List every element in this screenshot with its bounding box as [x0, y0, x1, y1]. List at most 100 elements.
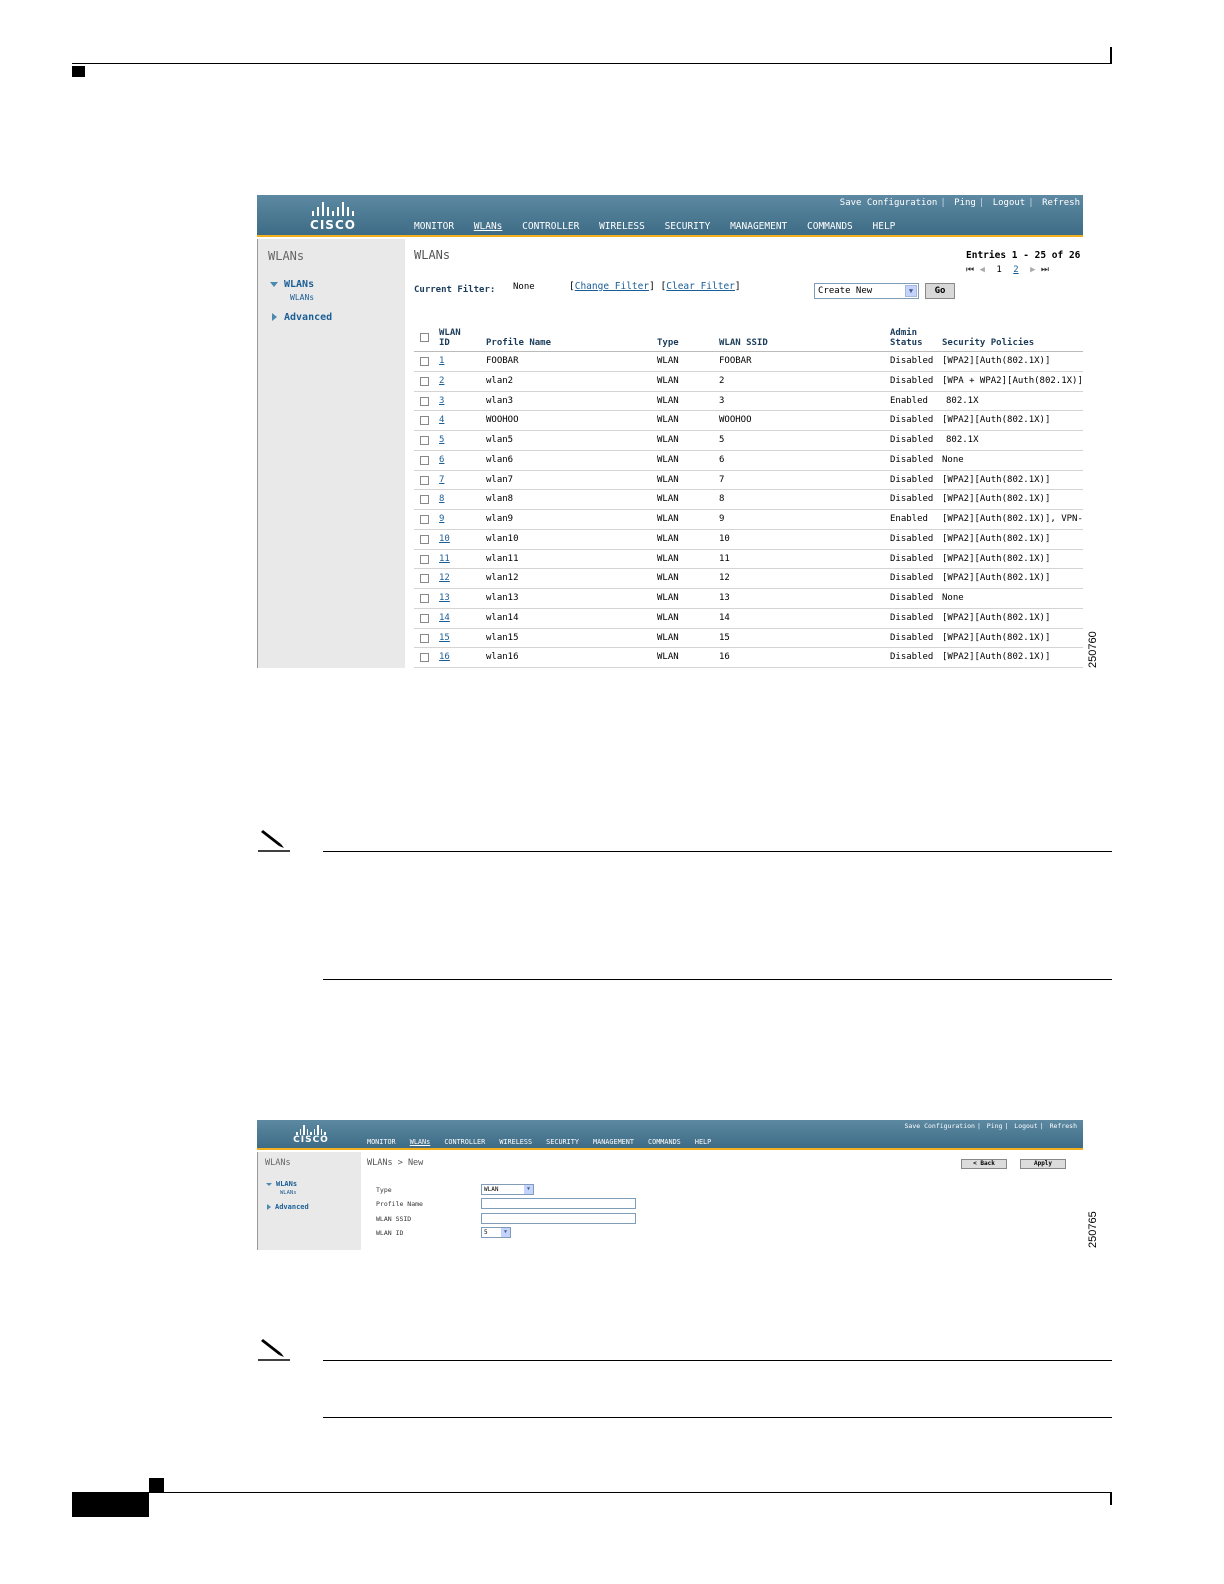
nav-commands[interactable]: COMMANDS: [807, 221, 853, 232]
profile-name-cell: wlan12: [486, 573, 519, 584]
sidebar-item-wlans[interactable]: WLANs: [266, 1180, 297, 1188]
next-page-icon[interactable]: ▶: [1030, 265, 1035, 275]
row-checkbox[interactable]: [420, 436, 429, 445]
type-cell: WLAN: [657, 356, 679, 366]
nav-controller[interactable]: CONTROLLER: [522, 221, 579, 232]
profile-name-input[interactable]: [481, 1198, 636, 1209]
type-select[interactable]: WLAN ▼: [481, 1184, 534, 1195]
row-checkbox[interactable]: [420, 515, 429, 524]
row-checkbox[interactable]: [420, 613, 429, 623]
table-row: 9 wlan9 WLAN 9 Enabled [WPA2][Auth(802.1X)], …: [414, 510, 1083, 530]
nav-commands[interactable]: COMMANDS: [648, 1138, 681, 1146]
current-filter-label: Current Filter:: [414, 285, 496, 295]
nav-management[interactable]: MANAGEMENT: [730, 221, 787, 232]
row-checkbox[interactable]: [420, 455, 429, 465]
wlan-ssid-input[interactable]: [481, 1213, 636, 1224]
wlan-id-link[interactable]: 1: [439, 356, 444, 366]
figure1-id: 250760: [1087, 631, 1099, 668]
wlan-id-link[interactable]: 2: [439, 376, 444, 386]
wlan-id-link[interactable]: 7: [439, 475, 444, 485]
security-policies-cell: None: [942, 593, 964, 603]
wlan-id-link[interactable]: 10: [439, 534, 450, 544]
profile-name-cell: wlan2: [486, 375, 514, 386]
refresh-link[interactable]: Refresh: [1050, 1122, 1077, 1130]
row-checkbox[interactable]: [420, 594, 429, 603]
go-button[interactable]: Go: [925, 283, 955, 299]
wlan-id-link[interactable]: 6: [439, 455, 444, 465]
nav-monitor[interactable]: MONITOR: [367, 1138, 396, 1146]
wlan-id-link[interactable]: 14: [439, 613, 450, 623]
row-checkbox[interactable]: [420, 357, 429, 366]
sidebar-item-advanced[interactable]: Advanced: [267, 1203, 309, 1211]
row-checkbox[interactable]: [420, 574, 429, 584]
save-configuration-link[interactable]: Save Configuration: [840, 198, 938, 208]
col-security-policies: Security Policies: [942, 338, 1035, 348]
sidebar-item-advanced[interactable]: Advanced: [272, 312, 332, 323]
nav-controller[interactable]: CONTROLLER: [444, 1138, 485, 1146]
wlan-id-link[interactable]: 3: [439, 396, 444, 406]
logout-link[interactable]: Logout: [993, 198, 1026, 208]
row-checkbox[interactable]: [420, 495, 429, 505]
ping-link[interactable]: Ping: [987, 1122, 1003, 1130]
nav-help[interactable]: HELP: [873, 221, 896, 232]
change-filter-link[interactable]: Change Filter: [575, 281, 649, 292]
wlan-id-select[interactable]: 5 ▼: [481, 1227, 511, 1238]
first-page-icon[interactable]: ⏮: [966, 265, 974, 275]
nav-management[interactable]: MANAGEMENT: [593, 1138, 634, 1146]
row-checkbox[interactable]: [420, 534, 429, 544]
row-checkbox[interactable]: [420, 475, 429, 485]
logout-link[interactable]: Logout: [1014, 1122, 1037, 1130]
table-row: 1 FOOBAR WLAN FOOBAR Disabled [WPA2][Auth(802…: [414, 352, 1083, 372]
nav-wlans[interactable]: WLANs: [410, 1138, 430, 1146]
table-header: WLAN ID Profile Name Type WLAN SSID Admin…: [414, 323, 1083, 352]
wlan-id-link[interactable]: 9: [439, 514, 444, 524]
apply-button[interactable]: Apply: [1020, 1159, 1066, 1169]
nav-wireless[interactable]: WIRELESS: [599, 221, 645, 232]
entries-count: Entries 1 - 25 of 26: [966, 250, 1081, 261]
row-checkbox[interactable]: [420, 396, 429, 406]
wlan-id-link[interactable]: 8: [439, 494, 444, 504]
footer-tab: [149, 1478, 164, 1493]
row-checkbox[interactable]: [420, 416, 429, 426]
nav-security[interactable]: SECURITY: [546, 1138, 579, 1146]
wlan-ssid-cell: WOOHOO: [719, 415, 752, 426]
refresh-link[interactable]: Refresh: [1042, 198, 1080, 208]
row-checkbox[interactable]: [420, 653, 429, 663]
wlan-id-link[interactable]: 11: [439, 554, 450, 564]
security-policies-cell: [WPA2][Auth(802.1X)]: [942, 573, 1051, 584]
prev-page-icon[interactable]: ◀: [980, 265, 985, 275]
clear-filter-link[interactable]: Clear Filter: [666, 281, 735, 292]
wlan-id-link[interactable]: 13: [439, 593, 450, 603]
nav-wlans[interactable]: WLANs: [474, 221, 503, 232]
sidebar-item-wlans[interactable]: WLANs: [270, 279, 314, 290]
nav-help[interactable]: HELP: [695, 1138, 711, 1146]
wlan-id-link[interactable]: 4: [439, 415, 444, 425]
nav-security[interactable]: SECURITY: [665, 221, 711, 232]
wlan-id-link[interactable]: 15: [439, 633, 450, 643]
admin-status-cell: Disabled: [890, 573, 934, 584]
nav-wireless[interactable]: WIRELESS: [499, 1138, 532, 1146]
admin-status-cell: Disabled: [890, 375, 934, 386]
sidebar-subitem-wlans[interactable]: WLANs: [280, 1190, 297, 1196]
ping-link[interactable]: Ping: [954, 198, 976, 208]
select-all-checkbox[interactable]: [420, 333, 429, 342]
create-new-select[interactable]: Create New ▼: [814, 283, 919, 299]
page-2-link[interactable]: 2: [1013, 265, 1018, 275]
nav-monitor[interactable]: MONITOR: [414, 221, 454, 232]
row-checkbox[interactable]: [420, 376, 429, 386]
wlan-id-link[interactable]: 5: [439, 435, 444, 445]
table-row: 10 wlan10 WLAN 10 Disabled [WPA2][Auth(802.1X…: [414, 530, 1083, 550]
sidebar-subitem-wlans[interactable]: WLANs: [290, 293, 314, 302]
wlan-id-link[interactable]: 12: [439, 573, 450, 583]
row-checkbox[interactable]: [420, 554, 429, 564]
back-button[interactable]: < Back: [961, 1159, 1007, 1169]
save-configuration-link[interactable]: Save Configuration: [905, 1122, 975, 1130]
type-cell: WLAN: [657, 474, 679, 485]
row-checkbox[interactable]: [420, 633, 429, 643]
figure1-screenshot: CISCO Save Configuration | Ping | Logout | …: [257, 195, 1083, 668]
cisco-bars-icon: [291, 1124, 331, 1135]
type-cell: WLAN: [657, 553, 679, 564]
last-page-icon[interactable]: ⏭: [1041, 265, 1049, 275]
header-tick: [1110, 47, 1112, 64]
wlan-id-link[interactable]: 16: [439, 652, 450, 662]
